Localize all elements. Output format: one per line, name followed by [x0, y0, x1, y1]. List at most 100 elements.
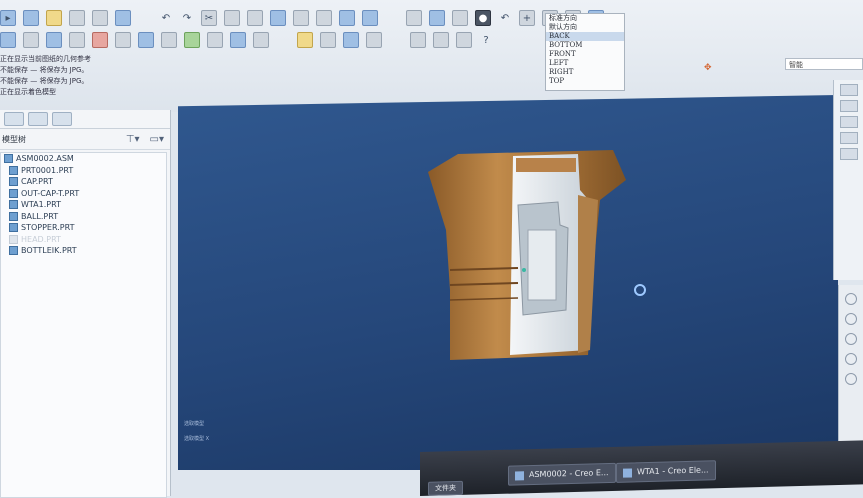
point-icon[interactable]: [343, 32, 359, 48]
favorites-tab[interactable]: [52, 112, 72, 126]
dashboard-item[interactable]: [840, 100, 858, 112]
copy-icon[interactable]: [224, 10, 240, 26]
tree-item-label: WTA1.PRT: [21, 200, 61, 209]
view-item[interactable]: RIGHT: [546, 68, 624, 77]
message-area: 正在显示当前图纸的几何参考 不能保存 — 将保存为 JPG。 不能保存 — 将保…: [0, 54, 91, 98]
regenerate-icon[interactable]: [270, 10, 286, 26]
part-icon: [9, 211, 18, 221]
chamfer-icon[interactable]: [207, 32, 223, 48]
arrow-icon[interactable]: ↶: [498, 11, 512, 25]
creo-icon: [515, 470, 524, 481]
tree-item-hidden[interactable]: HEAD.PRT: [1, 234, 166, 246]
select-icon[interactable]: ▸: [0, 10, 16, 26]
window-close-icon[interactable]: [433, 32, 449, 48]
view-item[interactable]: 标准方向: [546, 14, 624, 23]
tree-show-icon[interactable]: ▭▾: [150, 134, 164, 145]
folder-browser-tab[interactable]: [28, 112, 48, 126]
coordinate-label: 选取模型: [184, 421, 205, 427]
creo-icon: [623, 467, 632, 478]
datum-icon[interactable]: [339, 10, 355, 26]
tree-item[interactable]: OUT-CAP-T.PRT: [1, 188, 166, 200]
orient-icon[interactable]: [429, 10, 445, 26]
repaint-icon[interactable]: [406, 10, 422, 26]
dashboard-item[interactable]: [840, 148, 858, 160]
zoom-in-icon[interactable]: +: [519, 10, 535, 26]
mirror-icon[interactable]: [253, 32, 269, 48]
window-icon[interactable]: [115, 10, 131, 26]
taskbar-item[interactable]: 文件夹: [428, 480, 463, 496]
new-icon[interactable]: [23, 10, 39, 26]
model-tree-header: 模型树 ⊤▾ ▭▾: [0, 129, 170, 150]
smart-filter-field[interactable]: 智能: [785, 58, 863, 70]
shell-icon[interactable]: [115, 32, 131, 48]
csys-icon[interactable]: [366, 32, 382, 48]
assembly-section-model[interactable]: [428, 150, 628, 365]
right-toolbar: [838, 285, 863, 445]
open-icon[interactable]: [46, 10, 62, 26]
view-item[interactable]: 默认方向: [546, 23, 624, 32]
model-tree-tab[interactable]: [4, 112, 24, 126]
navigator-tabs: [0, 110, 170, 129]
shading-icon[interactable]: ●: [475, 10, 491, 26]
paste-icon[interactable]: [247, 10, 263, 26]
tree-root[interactable]: ASM0002.ASM: [1, 153, 166, 165]
tree-item[interactable]: BALL.PRT: [1, 211, 166, 223]
tree-item[interactable]: BOTTLEIK.PRT: [1, 245, 166, 257]
dashboard-item[interactable]: [840, 116, 858, 128]
find-icon[interactable]: [293, 10, 309, 26]
hole-icon[interactable]: [92, 32, 108, 48]
tree-item-label: STOPPER.PRT: [21, 223, 75, 232]
tree-item[interactable]: WTA1.PRT: [1, 199, 166, 211]
graphics-viewport[interactable]: 选取模型 选取模型 X: [178, 95, 838, 470]
tree-item[interactable]: STOPPER.PRT: [1, 222, 166, 234]
save-icon[interactable]: [69, 10, 85, 26]
saved-views-list[interactable]: 标准方向 默认方向 BACK BOTTOM FRONT LEFT RIGHT T…: [545, 13, 625, 91]
view-item[interactable]: TOP: [546, 77, 624, 86]
dashboard-item[interactable]: [840, 132, 858, 144]
tool-icon[interactable]: [845, 333, 857, 345]
tool-icon[interactable]: [845, 293, 857, 305]
window-activate-icon[interactable]: [456, 32, 472, 48]
tree-item[interactable]: PRT0001.PRT: [1, 165, 166, 177]
toolbar-row-2: ?: [0, 30, 500, 50]
part-icon: [9, 177, 18, 187]
tree-settings-icon[interactable]: ⊤▾: [126, 134, 140, 145]
redo-icon[interactable]: ↷: [180, 11, 194, 25]
taskbar-item[interactable]: ASM0002 - Creo E...: [508, 462, 616, 486]
dashboard-item[interactable]: [840, 84, 858, 96]
right-dashboard: [833, 80, 863, 280]
tool-icon[interactable]: [845, 313, 857, 325]
tree-item-label: OUT-CAP-T.PRT: [21, 188, 80, 198]
inner-chamber: [527, 229, 557, 301]
round-icon[interactable]: [184, 32, 200, 48]
select-filter-icon[interactable]: [316, 10, 332, 26]
print-icon[interactable]: [92, 10, 108, 26]
undo-icon[interactable]: ↶: [159, 11, 173, 25]
revolve-icon[interactable]: [23, 32, 39, 48]
extrude-icon[interactable]: [0, 32, 16, 48]
view-item[interactable]: FRONT: [546, 50, 624, 59]
tool-icon[interactable]: [845, 353, 857, 365]
tree-item[interactable]: CAP.PRT: [1, 176, 166, 188]
draft-icon[interactable]: [161, 32, 177, 48]
cut-icon[interactable]: ✂: [201, 10, 217, 26]
taskbar-item[interactable]: WTA1 - Creo Ele...: [616, 460, 716, 483]
spin-icon[interactable]: [452, 10, 468, 26]
rib-icon[interactable]: [138, 32, 154, 48]
window-tile-icon[interactable]: [410, 32, 426, 48]
sketch-icon[interactable]: [297, 32, 313, 48]
tool-icon[interactable]: [845, 373, 857, 385]
plane-icon[interactable]: [320, 32, 336, 48]
tree-controls: ⊤▾ ▭▾: [126, 134, 164, 145]
tree-item-label: BALL.PRT: [21, 211, 59, 221]
axis-icon[interactable]: [362, 10, 378, 26]
pattern-icon[interactable]: [230, 32, 246, 48]
view-item[interactable]: BOTTOM: [546, 41, 624, 50]
blend-icon[interactable]: [69, 32, 85, 48]
sweep-icon[interactable]: [46, 32, 62, 48]
help-icon[interactable]: ?: [479, 33, 493, 47]
view-item-selected[interactable]: BACK: [546, 32, 624, 41]
view-item[interactable]: LEFT: [546, 59, 624, 68]
taskbar-item-label: ASM0002 - Creo E...: [529, 468, 609, 480]
